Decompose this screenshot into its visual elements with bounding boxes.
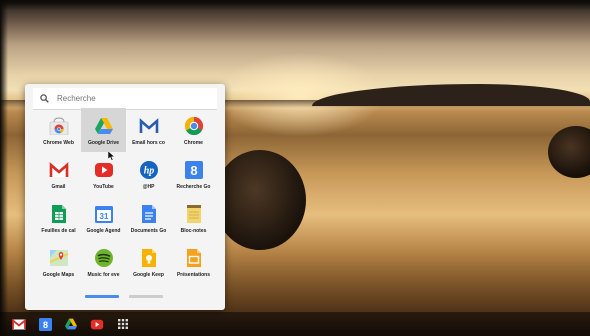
notepad-icon — [183, 203, 205, 225]
app-youtube[interactable]: YouTube — [81, 152, 126, 196]
app-label: Présentations — [176, 272, 211, 278]
app-label: Google Drive — [87, 140, 120, 146]
slides-icon — [183, 247, 205, 269]
app-google-drive[interactable]: Google Drive — [81, 108, 126, 152]
hp-icon: hp — [138, 159, 160, 181]
app-grid: Chrome Web Google Drive Email hors co Ch… — [36, 108, 216, 284]
app-notepad[interactable]: Bloc-notes — [171, 196, 216, 240]
chrome-icon — [183, 115, 205, 137]
app-label: Feuilles de cal — [41, 228, 76, 234]
wallpaper-boulder — [214, 150, 306, 250]
screen-edge — [0, 0, 590, 10]
app-label: YouTube — [93, 184, 114, 190]
app-label: Documents Go — [130, 228, 167, 234]
app-keep[interactable]: Google Keep — [126, 240, 171, 284]
app-label: Email hors co — [132, 140, 165, 146]
app-docs[interactable]: Documents Go — [126, 196, 171, 240]
launcher-search-box[interactable] — [33, 88, 217, 110]
google-search-glyph: 8 — [190, 163, 197, 178]
app-label: Music for eve — [87, 272, 120, 278]
page-dot-2[interactable] — [129, 295, 163, 298]
mouse-cursor-icon — [107, 148, 116, 161]
gmail-shelf-icon[interactable] — [11, 316, 27, 332]
app-label: Google Agend — [86, 228, 121, 234]
youtube-icon — [93, 159, 115, 181]
spotify-icon — [93, 247, 115, 269]
docs-icon — [138, 203, 160, 225]
chrome-web-store-icon — [48, 115, 70, 137]
app-label: Chrome Web — [43, 140, 74, 146]
calendar-icon: 31 — [93, 203, 115, 225]
app-label: Gmail — [51, 184, 66, 190]
app-chrome-web-store[interactable]: Chrome Web — [36, 108, 81, 152]
google-search-icon: 8 — [183, 159, 205, 181]
gmail-icon — [48, 159, 70, 181]
app-maps[interactable]: Google Maps — [36, 240, 81, 284]
app-launcher-icon[interactable] — [115, 316, 131, 332]
page-indicator — [85, 295, 165, 298]
app-launcher-panel: Chrome Web Google Drive Email hors co — [25, 84, 225, 310]
sheets-icon — [48, 203, 70, 225]
hp-logo-text: hp — [143, 166, 154, 177]
screen-edge — [0, 0, 8, 336]
google-search-shelf-icon[interactable]: 8 — [37, 316, 53, 332]
app-gmail-offline[interactable]: Email hors co — [126, 108, 171, 152]
page-dot-1[interactable] — [85, 295, 119, 298]
app-calendar[interactable]: 31 Google Agend — [81, 196, 126, 240]
maps-icon — [48, 247, 70, 269]
app-label: Google Maps — [42, 272, 75, 278]
search-icon — [37, 92, 51, 106]
calendar-day: 31 — [99, 212, 108, 221]
app-label: Bloc-notes — [180, 228, 207, 234]
app-gmail[interactable]: Gmail — [36, 152, 81, 196]
youtube-shelf-icon[interactable] — [89, 316, 105, 332]
app-label: Recherche Go — [176, 184, 211, 190]
app-sheets[interactable]: Feuilles de cal — [36, 196, 81, 240]
app-chrome[interactable]: Chrome — [171, 108, 216, 152]
app-label: Chrome — [184, 140, 203, 146]
app-hp[interactable]: hp @HP — [126, 152, 171, 196]
keep-icon — [138, 247, 160, 269]
google-drive-icon — [93, 115, 115, 137]
search-input[interactable] — [57, 90, 207, 107]
app-google-search[interactable]: 8 Recherche Go — [171, 152, 216, 196]
app-label: Google Keep — [133, 272, 164, 278]
shelf-search-glyph: 8 — [42, 320, 47, 330]
google-drive-shelf-icon[interactable] — [63, 316, 79, 332]
app-slides[interactable]: Présentations — [171, 240, 216, 284]
gmail-offline-icon — [138, 115, 160, 137]
app-spotify[interactable]: Music for eve — [81, 240, 126, 284]
app-label: @HP — [142, 184, 155, 190]
